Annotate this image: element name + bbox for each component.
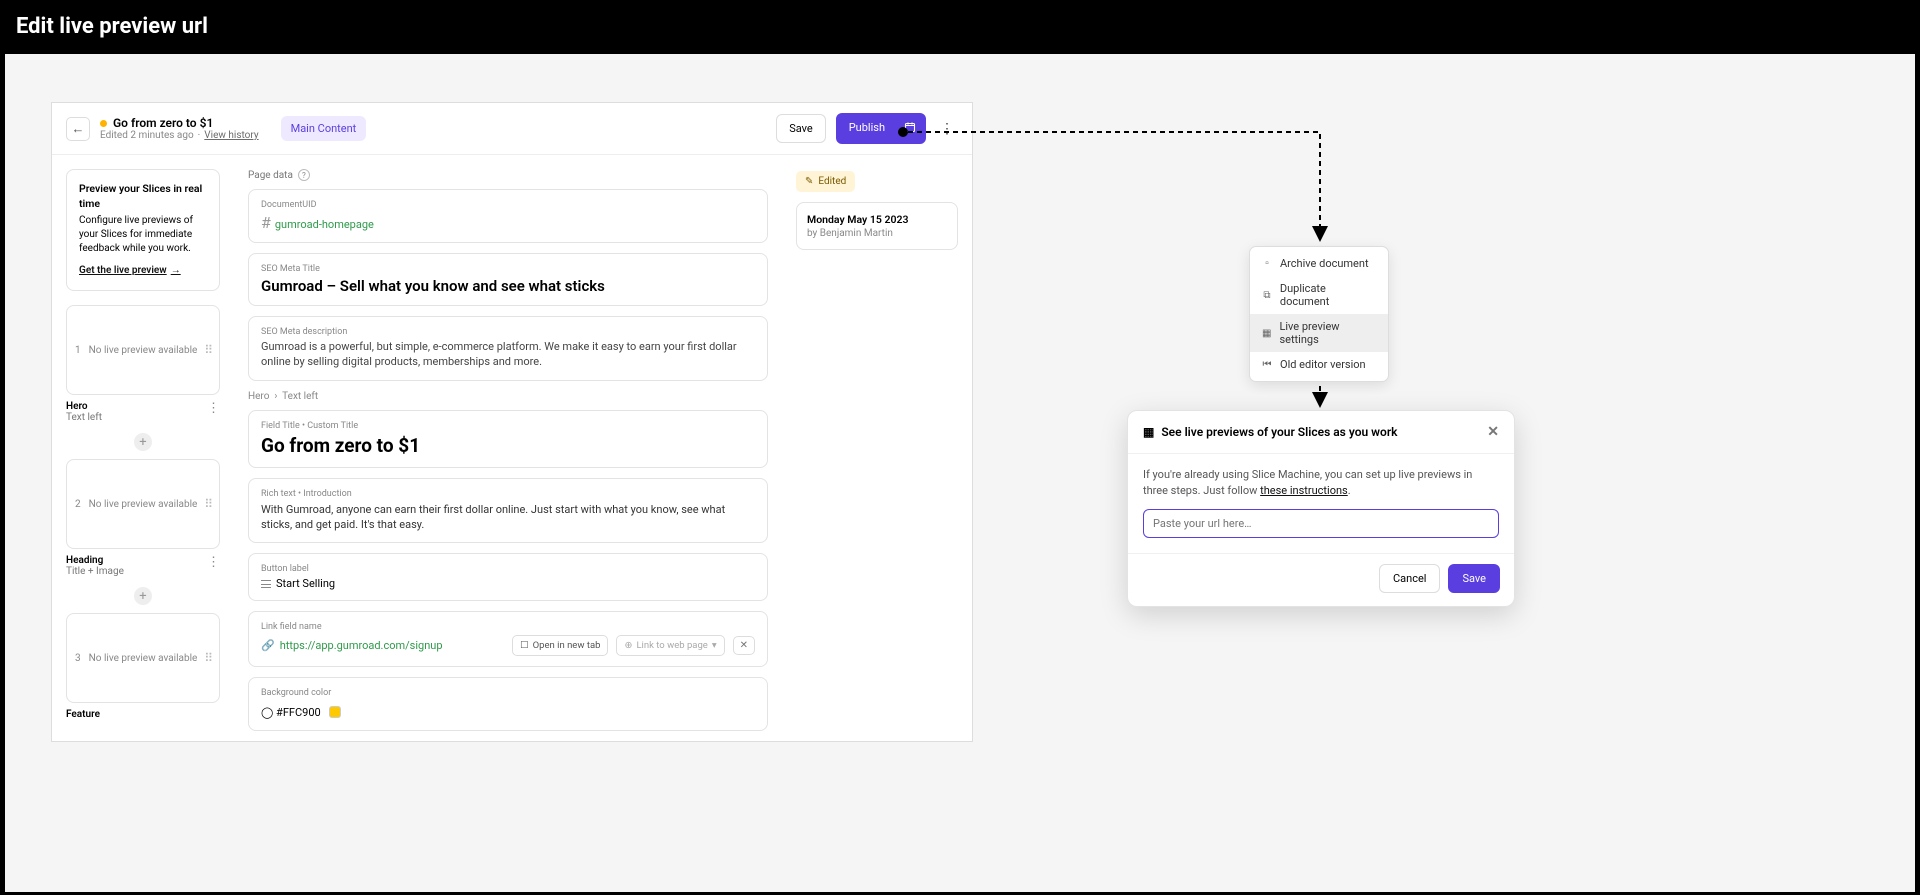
history-entry[interactable]: Monday May 15 2023 by Benjamin Martin xyxy=(796,202,958,250)
globe-icon: ⊕ xyxy=(624,640,632,651)
save-preview-button[interactable]: Save xyxy=(1448,564,1500,593)
arrow-right-icon: → xyxy=(171,264,181,278)
color-swatch xyxy=(329,706,341,718)
doc-title: Go from zero to $1 xyxy=(113,116,213,130)
slice-preview[interactable]: 1 No live preview available ⠿ xyxy=(66,305,220,395)
cancel-button[interactable]: Cancel xyxy=(1379,564,1440,593)
link-to-web-select[interactable]: ⊕Link to web page ▾ xyxy=(616,635,724,656)
instructions-link[interactable]: these instructions xyxy=(1260,484,1348,497)
slice-kebab[interactable]: ⋮ xyxy=(207,401,220,416)
link-field[interactable]: Link field name 🔗https://app.gumroad.com… xyxy=(248,611,768,667)
slice-preview[interactable]: 3 No live preview available ⠿ xyxy=(66,613,220,703)
drag-handle-icon[interactable]: ⠿ xyxy=(204,651,213,665)
edited-ago: Edited 2 minutes ago xyxy=(100,130,194,141)
link-icon: 🔗 xyxy=(261,639,275,652)
save-button[interactable]: Save xyxy=(776,114,826,143)
preview-icon: ▦ xyxy=(1143,425,1154,439)
rewind-icon: ⏮ xyxy=(1261,359,1273,371)
help-icon[interactable]: ? xyxy=(298,169,310,181)
tab-main-content[interactable]: Main Content xyxy=(281,116,367,141)
preview-info-card: Preview your Slices in real time Configu… xyxy=(66,169,220,291)
view-history-link[interactable]: View history xyxy=(204,130,258,141)
menu-duplicate[interactable]: ⧉ Duplicate document xyxy=(1250,276,1388,314)
swatch-icon: ◯ xyxy=(261,706,273,719)
menu-archive[interactable]: ▫ Archive document xyxy=(1250,251,1388,276)
button-label-input[interactable]: Button label Start Selling xyxy=(248,553,768,601)
clear-link-button[interactable]: ✕ xyxy=(733,636,755,655)
live-preview-modal: ▦ See live previews of your Slices as yo… xyxy=(1127,410,1515,607)
schedule-icon[interactable] xyxy=(894,113,926,144)
page-title: Edit live preview url xyxy=(0,0,1920,53)
slice-kebab[interactable]: ⋮ xyxy=(207,555,220,570)
drag-handle-icon[interactable]: ⠿ xyxy=(204,343,213,357)
publish-button[interactable]: Publish xyxy=(836,113,898,144)
modal-title: See live previews of your Slices as you … xyxy=(1161,425,1397,439)
close-icon[interactable]: ✕ xyxy=(1487,424,1499,440)
open-new-tab-toggle[interactable]: ☐ Open in new tab xyxy=(512,635,608,656)
info-body: Configure live previews of your Slices f… xyxy=(79,215,193,254)
settings-icon: ▦ xyxy=(1261,327,1272,339)
pencil-icon: ✎ xyxy=(805,176,813,187)
uid-field[interactable]: DocumentUID #gumroad-homepage xyxy=(248,189,768,243)
status-dot-icon xyxy=(100,120,107,127)
more-menu-button[interactable]: ⋮ xyxy=(936,117,958,141)
seo-title-field[interactable]: SEO Meta Title Gumroad – Sell what you k… xyxy=(248,253,768,306)
richtext-input[interactable]: Rich text • Introduction With Gumroad, a… xyxy=(248,478,768,544)
menu-live-preview-settings[interactable]: ▦ Live preview settings xyxy=(1250,314,1388,352)
edited-badge: ✎ Edited xyxy=(796,171,855,192)
slice-preview[interactable]: 2 No live preview available ⠿ xyxy=(66,459,220,549)
info-heading: Preview your Slices in real time xyxy=(79,182,207,211)
slice-breadcrumb: Hero › Text left xyxy=(248,391,768,402)
drag-handle-icon[interactable]: ⠿ xyxy=(204,497,213,511)
add-slice-button[interactable]: + xyxy=(134,587,152,605)
duplicate-icon: ⧉ xyxy=(1261,289,1273,301)
menu-old-editor[interactable]: ⏮ Old editor version xyxy=(1250,352,1388,377)
get-live-preview-link[interactable]: Get the live preview → xyxy=(79,264,181,278)
text-icon xyxy=(261,580,271,588)
editor-panel: ← Go from zero to $1 Edited 2 minutes ag… xyxy=(51,102,973,742)
context-menu: ▫ Archive document ⧉ Duplicate document … xyxy=(1249,246,1389,382)
page-data-heading: Page data xyxy=(248,170,293,181)
doc-info: Go from zero to $1 Edited 2 minutes ago … xyxy=(100,116,259,141)
bg-color-field[interactable]: Background color ◯ #FFC900 xyxy=(248,677,768,731)
archive-icon: ▫ xyxy=(1261,258,1273,270)
feature-image-field: Feature image · 2800x1540px ✂ Crop & Res… xyxy=(248,741,768,742)
field-title-input[interactable]: Field Title • Custom Title Go from zero … xyxy=(248,410,768,468)
add-slice-button[interactable]: + xyxy=(134,433,152,451)
preview-url-input[interactable] xyxy=(1143,509,1499,538)
seo-description-field[interactable]: SEO Meta description Gumroad is a powerf… xyxy=(248,316,768,381)
back-button[interactable]: ← xyxy=(66,117,90,141)
